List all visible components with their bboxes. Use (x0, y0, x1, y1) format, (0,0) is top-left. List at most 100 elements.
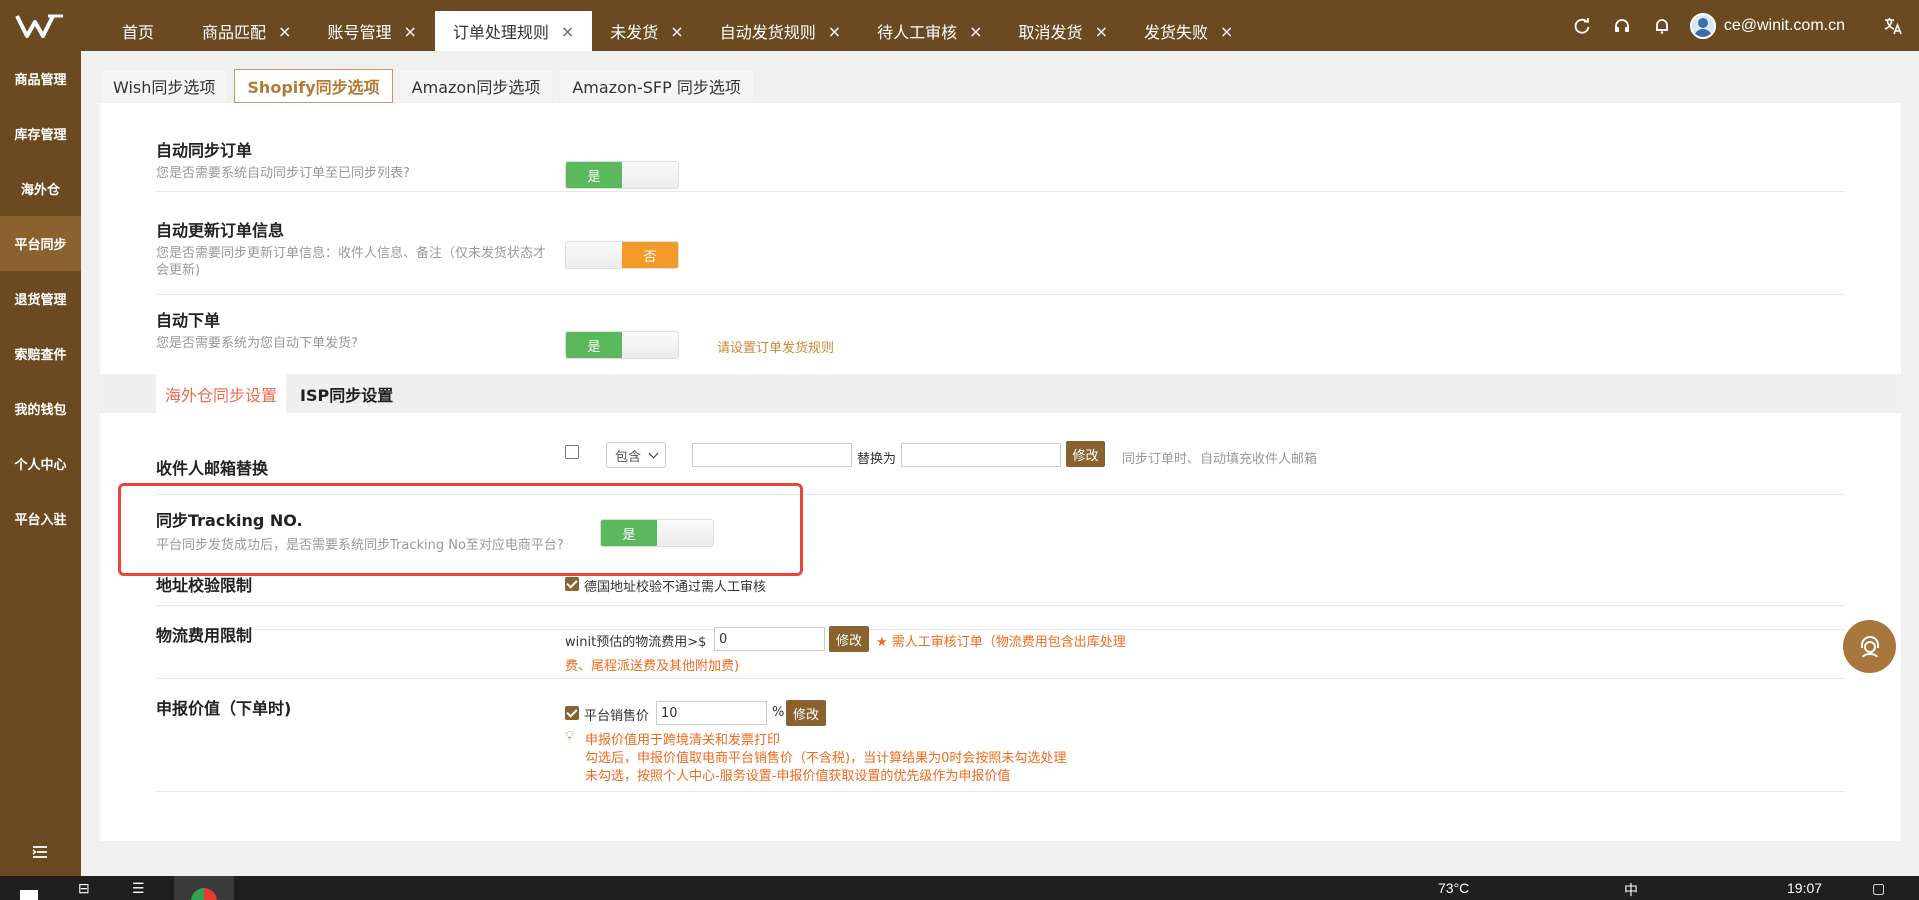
tab-label: 首页 (122, 23, 155, 42)
section-title: 自动同步订单 (156, 141, 253, 160)
close-icon[interactable]: × (278, 22, 291, 41)
email-replace-input[interactable] (901, 443, 1061, 467)
subtab-shopify[interactable]: Shopify同步选项 (234, 69, 393, 103)
sidebar-item-wallet[interactable]: 我的钱包 (0, 381, 81, 436)
user-email: ce@winit.com.cn (1723, 16, 1845, 34)
subtab-wish[interactable]: Wish同步选项 (100, 69, 229, 103)
collapse-menu-icon[interactable] (32, 844, 48, 863)
tab-pending-review[interactable]: 待人工审核 × (859, 11, 1000, 51)
subtab-amazon[interactable]: Amazon同步选项 (398, 69, 554, 103)
tab-unshipped[interactable]: 未发货 × (592, 11, 701, 51)
declare-modify-button[interactable]: 修改 (786, 700, 826, 726)
auto-order-section: 自动下单 您是否需要系统为您自动下单发货? (156, 307, 1845, 374)
tab-order-rules[interactable]: 订单处理规则 × (434, 11, 593, 51)
close-icon[interactable]: × (561, 22, 574, 41)
tab-label: 待人工审核 (877, 23, 958, 42)
user-menu[interactable]: ce@winit.com.cn (1689, 12, 1845, 39)
os-taskbar: ⊟ ☰ 73°C 中 19:07 ▢ (0, 876, 1919, 900)
toggle-blank (622, 332, 678, 358)
toggle-no: 否 (622, 242, 678, 268)
sidebar-item-profile[interactable]: 个人中心 (0, 436, 81, 491)
sync-option-tabs: Wish同步选项 Shopify同步选项 Amazon同步选项 Amazon-S… (100, 69, 1901, 103)
logistics-note-line2: 费、尾程派送费及其他附加费) (565, 659, 740, 674)
translate-icon[interactable] (1873, 0, 1913, 51)
tab-product-match[interactable]: 商品匹配 × (184, 11, 309, 51)
notification-icon[interactable]: ▢ (1872, 880, 1885, 897)
declare-value-input[interactable]: 10 (656, 701, 767, 725)
auto-sync-toggle[interactable]: 是 (565, 161, 679, 189)
sidebar: 商品管理 库存管理 海外仓 平台同步 退货管理 索赔查件 我的钱包 个人中心 平… (0, 51, 81, 876)
declare-check-label: 平台销售价 (584, 709, 650, 724)
email-replace-checkbox[interactable] (565, 445, 579, 459)
sidebar-item-products[interactable]: 商品管理 (0, 51, 81, 106)
logistics-note-line: 需人工审核订单（物流费用包含出库处理 (891, 635, 1126, 650)
email-hint: 同步订单时、自动填充收件人邮箱 (1122, 452, 1318, 467)
declare-checkbox[interactable] (565, 706, 579, 720)
tab-label: 账号管理 (327, 23, 392, 42)
sidebar-item-platform-sync[interactable]: 平台同步 (0, 216, 81, 271)
match-select[interactable]: 包含 (606, 442, 666, 468)
close-icon[interactable]: × (403, 22, 416, 41)
close-icon[interactable]: × (1095, 22, 1108, 41)
sidebar-item-returns[interactable]: 退货管理 (0, 271, 81, 326)
section-desc: 您是否需要同步更新订单信息：收件人信息、备注（仅未发货状态才会更新) (156, 246, 547, 278)
task-view-icon[interactable]: ⊟ (78, 880, 90, 897)
refresh-icon[interactable] (1562, 0, 1602, 51)
toggle-yes: 是 (566, 332, 622, 358)
winit-logo[interactable] (15, 13, 65, 39)
section-title: 申报价值（下单时) (156, 699, 292, 718)
sidebar-item-label: 个人中心 (14, 458, 67, 473)
top-bar: 首页 商品匹配 × 账号管理 × 订单处理规则 × 未发货 × 自动发货规则 × 待人工审… (0, 0, 1919, 51)
close-icon[interactable]: × (969, 22, 982, 41)
percent-label: % (772, 705, 785, 720)
sidebar-item-inventory[interactable]: 库存管理 (0, 106, 81, 161)
headset-icon[interactable] (1602, 0, 1642, 51)
sidebar-item-label: 平台入驻 (14, 513, 67, 528)
close-icon[interactable]: × (1220, 22, 1233, 41)
sidebar-item-label: 库存管理 (14, 128, 67, 143)
section-desc: 您是否需要系统为您自动下单发货? (156, 336, 358, 351)
close-icon[interactable]: × (670, 22, 683, 41)
page-tabs: 首页 商品匹配 × 账号管理 × 订单处理规则 × 未发货 × 自动发货规则 × 待人工审… (80, 11, 1251, 51)
tab-account[interactable]: 账号管理 × (309, 11, 434, 51)
subtab-label: Shopify同步选项 (247, 78, 380, 97)
logistics-note: ★ 需人工审核订单（物流费用包含出库处理 (876, 631, 1126, 650)
sidebar-item-claims[interactable]: 索赔查件 (0, 326, 81, 381)
temperature: 73°C (1438, 880, 1470, 896)
tab-ship-failed[interactable]: 发货失败 × (1126, 11, 1251, 51)
auto-order-toggle[interactable]: 是 (565, 331, 679, 359)
sidebar-item-label: 索赔查件 (14, 348, 67, 363)
star-icon: ★ (876, 635, 888, 650)
widgets-icon[interactable]: ☰ (132, 880, 145, 897)
tab-label: 商品匹配 (202, 23, 267, 42)
declare-tip-line1: 申报价值用于跨境清关和发票打印 (585, 733, 781, 748)
email-match-input[interactable] (692, 443, 852, 467)
tab-isp-sync[interactable]: ISP同步设置 (300, 374, 393, 413)
declare-tip: 💡︎ (565, 729, 574, 744)
ime-indicator[interactable]: 中 (1624, 880, 1638, 900)
close-icon[interactable]: × (828, 22, 841, 41)
tab-overseas-sync[interactable]: 海外仓同步设置 (156, 374, 286, 413)
support-agent-icon (1860, 635, 1879, 658)
email-modify-button[interactable]: 修改 (1066, 441, 1105, 467)
bell-icon[interactable] (1642, 0, 1682, 51)
subtab-amazon-sfp[interactable]: Amazon-SFP 同步选项 (559, 69, 754, 103)
customer-service-button[interactable] (1843, 620, 1896, 673)
tab-label: 发货失败 (1143, 23, 1208, 42)
sidebar-item-platform-join[interactable]: 平台入驻 (0, 491, 81, 546)
auto-update-toggle[interactable]: 否 (565, 241, 679, 269)
chevron-down-icon (648, 448, 659, 459)
logistics-modify-button[interactable]: 修改 (829, 626, 869, 652)
declare-tip-line2: 勾选后，申报价值取电商平台销售价（不含税)，当计算结果为0时会按照未勾选处理 (585, 751, 1067, 766)
sidebar-item-overseas-warehouse[interactable]: 海外仓 (0, 161, 81, 216)
logistics-prefix: winit预估的物流费用>$ (565, 635, 707, 650)
address-check-label: 德国地址校验不通过需人工审核 (584, 580, 767, 595)
tab-home[interactable]: 首页 (80, 11, 184, 51)
windows-start-icon[interactable] (20, 890, 38, 900)
logistics-fee-input[interactable]: 0 (714, 627, 825, 651)
address-check-checkbox[interactable] (565, 577, 579, 591)
tab-cancel-ship[interactable]: 取消发货 × (1001, 11, 1126, 51)
tab-auto-ship-rules[interactable]: 自动发货规则 × (702, 11, 859, 51)
section-title: 自动更新订单信息 (156, 221, 285, 240)
order-rules-link[interactable]: 请设置订单发货规则 (717, 337, 834, 356)
